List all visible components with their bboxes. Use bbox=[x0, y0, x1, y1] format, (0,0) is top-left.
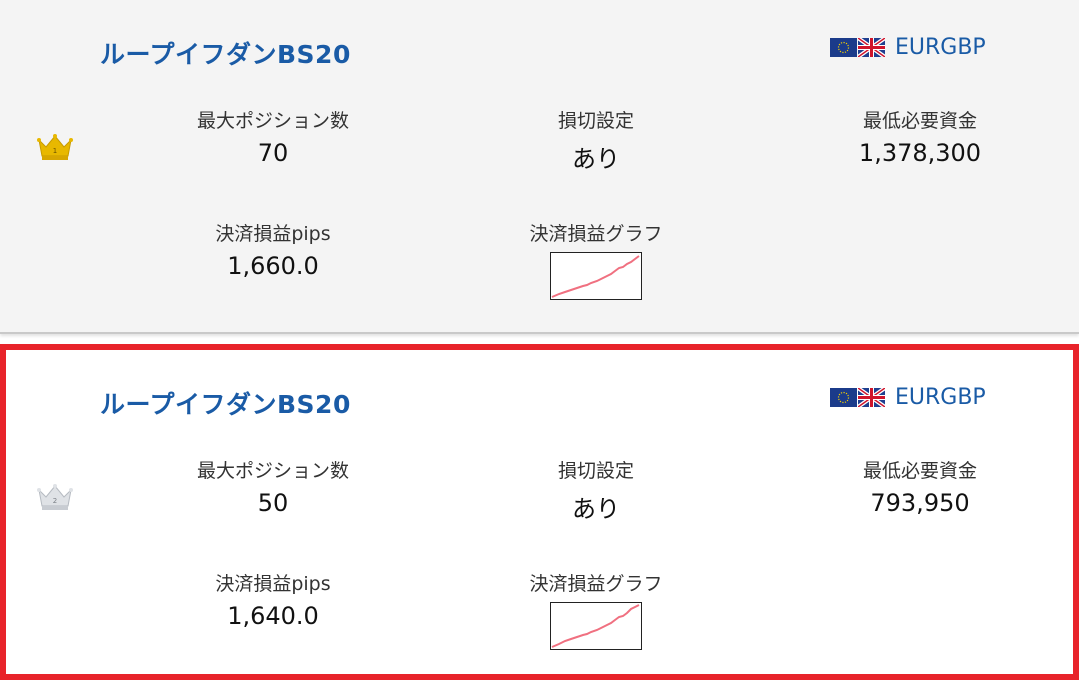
pl-graph-label: 決済損益グラフ bbox=[529, 573, 663, 595]
min-capital: 最低必要資金 1,378,300 bbox=[800, 106, 1040, 167]
pips-value: 1,640.0 bbox=[227, 602, 319, 630]
crown-rank: 2 bbox=[53, 497, 57, 505]
uk-flag-icon bbox=[858, 38, 885, 57]
min-capital-label: 最低必要資金 bbox=[862, 110, 977, 132]
stop-loss-label: 損切設定 bbox=[557, 460, 634, 482]
pair-label: EURGBP bbox=[895, 35, 986, 60]
pips: 決済損益pips 1,640.0 bbox=[153, 569, 393, 630]
eu-flag-icon bbox=[830, 388, 857, 407]
min-capital-value: 793,950 bbox=[870, 489, 970, 517]
strategy-card-2[interactable]: 2 ループイフダンBS20 EURGBP 最大ポジション数 50 損切設定 あり… bbox=[0, 344, 1079, 680]
pl-graph-line bbox=[551, 604, 640, 648]
currency-pair: EURGBP bbox=[830, 385, 986, 410]
max-positions-label: 最大ポジション数 bbox=[196, 460, 349, 482]
stop-loss: 損切設定 あり bbox=[476, 106, 716, 174]
stop-loss-value: あり bbox=[572, 495, 620, 523]
pips: 決済損益pips 1,660.0 bbox=[153, 219, 393, 280]
crown-gold-icon: 1 bbox=[37, 134, 73, 160]
strategy-title[interactable]: ループイフダンBS20 bbox=[100, 385, 351, 421]
currency-pair: EURGBP bbox=[830, 35, 986, 60]
pl-graph-thumbnail[interactable] bbox=[550, 602, 642, 650]
strategy-title[interactable]: ループイフダンBS20 bbox=[100, 35, 351, 71]
max-positions: 最大ポジション数 50 bbox=[153, 456, 393, 517]
stop-loss: 損切設定 あり bbox=[476, 456, 716, 524]
crown-silver-icon: 2 bbox=[37, 484, 73, 510]
max-positions-value: 70 bbox=[257, 139, 289, 167]
max-positions-value: 50 bbox=[257, 489, 289, 517]
eu-flag-icon bbox=[830, 38, 857, 57]
min-capital-label: 最低必要資金 bbox=[862, 460, 977, 482]
pl-graph-line bbox=[551, 255, 640, 298]
pl-graph: 決済損益グラフ bbox=[476, 219, 716, 300]
max-positions: 最大ポジション数 70 bbox=[153, 106, 393, 167]
stop-loss-value: あり bbox=[572, 145, 620, 173]
crown-rank: 1 bbox=[53, 147, 57, 155]
min-capital-value: 1,378,300 bbox=[858, 139, 982, 167]
stop-loss-label: 損切設定 bbox=[557, 110, 634, 132]
strategy-card-1[interactable]: 1 ループイフダンBS20 EURGBP 最大ポジション数 70 損切設定 あり… bbox=[0, 0, 1079, 334]
pair-label: EURGBP bbox=[895, 385, 986, 410]
pips-value: 1,660.0 bbox=[227, 252, 319, 280]
pl-graph-thumbnail[interactable] bbox=[550, 252, 642, 300]
min-capital: 最低必要資金 793,950 bbox=[800, 456, 1040, 517]
max-positions-label: 最大ポジション数 bbox=[196, 110, 349, 132]
pips-label: 決済損益pips bbox=[215, 223, 331, 245]
pl-graph: 決済損益グラフ bbox=[476, 569, 716, 650]
pips-label: 決済損益pips bbox=[215, 573, 331, 595]
pl-graph-label: 決済損益グラフ bbox=[529, 223, 663, 245]
uk-flag-icon bbox=[858, 388, 885, 407]
